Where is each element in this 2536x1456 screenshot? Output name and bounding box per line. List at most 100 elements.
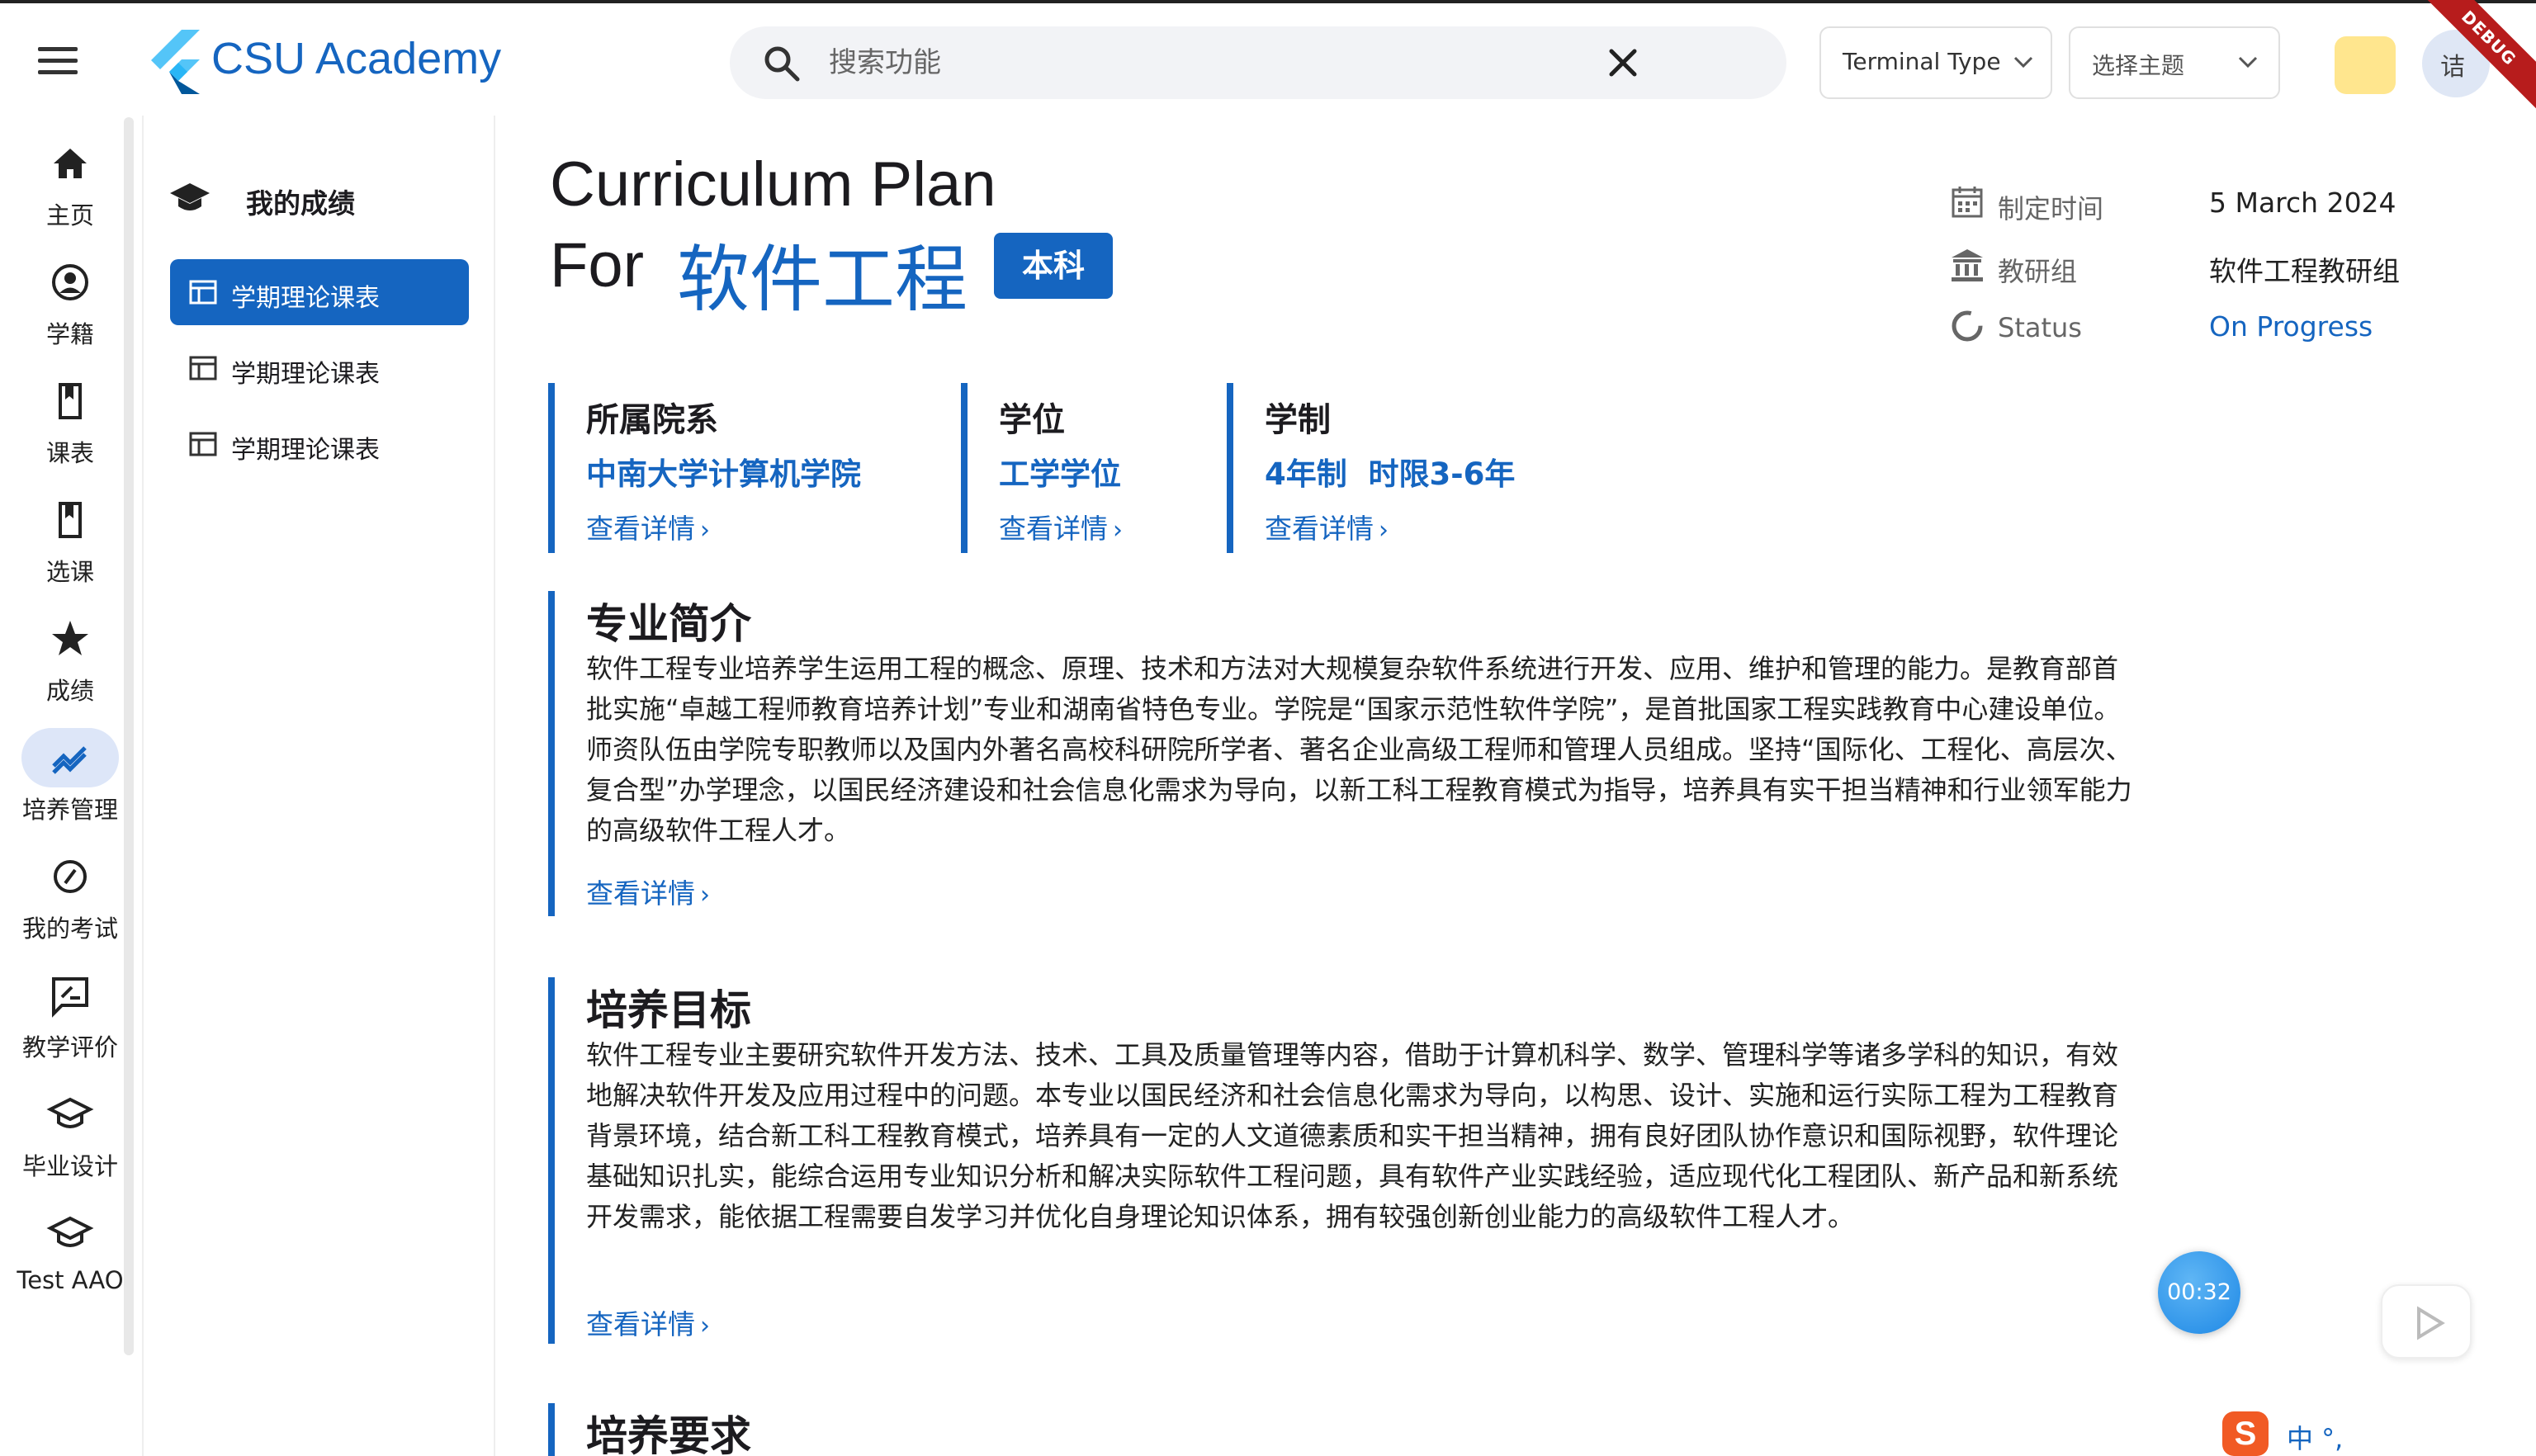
subnav-item-term-theory-schedule[interactable]: 学期理论课表 — [170, 411, 469, 477]
meta-status-value: On Progress — [2209, 310, 2373, 343]
play-button[interactable] — [2381, 1284, 2472, 1359]
table-icon — [189, 280, 217, 305]
section-body: 软件工程专业主要研究软件开发方法、技术、工具及质量管理等内容，借助于计算机科学、… — [586, 1039, 2119, 1232]
rail-scrollbar[interactable] — [124, 117, 134, 1355]
star-icon — [52, 621, 88, 655]
home-icon — [54, 149, 87, 178]
meta-group-value: 软件工程教研组 — [2209, 255, 2400, 287]
school-icon — [170, 183, 210, 210]
section-title: 培养目标 — [586, 986, 751, 1034]
app-bar: CSU Academy Terminal Type 选择主题 诘 DEBUG — [0, 0, 2536, 116]
calendar-icon — [1952, 187, 1983, 218]
recording-timer[interactable]: 00:32 — [2158, 1251, 2240, 1334]
info-card-value: 工学学位 — [999, 456, 1121, 492]
info-card-degree: 学位 工学学位 查看详情 › — [961, 383, 1209, 553]
search-input[interactable] — [829, 38, 1588, 87]
view-details-link[interactable]: 查看详情 › — [586, 872, 710, 911]
rail-item-course-selection[interactable]: 选课 — [0, 495, 140, 603]
app-title: CSU Academy — [211, 34, 502, 83]
trending-icon — [52, 746, 87, 774]
rail-item-label: 教学评价 — [21, 1033, 118, 1061]
navigation-rail: 主页 学籍 课表 选课 成绩 培养管理 我的考试 教学评价 毕业设计 Test … — [0, 116, 140, 1456]
section-title: 专业简介 — [586, 600, 751, 648]
search-bar[interactable] — [730, 26, 1786, 99]
bookmark-icon — [59, 383, 82, 419]
chevron-down-icon — [2013, 56, 2033, 69]
secondary-nav: 我的成绩 学期理论课表 学期理论课表 学期理论课表 — [142, 116, 495, 1456]
ime-logo: S — [2222, 1411, 2269, 1456]
rail-item-training-management[interactable]: 培养管理 — [0, 728, 140, 840]
terminal-type-dropdown[interactable]: Terminal Type — [1819, 26, 2052, 99]
rail-item-teaching-evaluation[interactable]: 教学评价 — [0, 971, 140, 1078]
secondary-nav-title: 我的成绩 — [246, 187, 355, 220]
account-circle-icon — [52, 264, 88, 300]
subnav-item-term-theory-schedule[interactable]: 学期理论课表 — [170, 259, 469, 325]
rail-item-graduation-design[interactable]: 毕业设计 — [0, 1090, 140, 1197]
ime-toolbar[interactable]: S 中 °, — [2217, 1408, 2536, 1456]
chevron-right-icon: › — [700, 881, 710, 910]
subnav-item-label: 学期理论课表 — [231, 436, 380, 465]
play-icon — [2417, 1306, 2445, 1340]
terminal-type-label: Terminal Type — [1843, 48, 2001, 75]
school-icon — [46, 1097, 94, 1128]
rail-item-label: 主页 — [45, 201, 94, 229]
meta-status-label: Status — [1998, 312, 2082, 343]
close-icon[interactable] — [1603, 43, 1643, 83]
info-card-duration: 学制 4年制 时限3-6年 查看详情 › — [1227, 383, 1573, 553]
meta-group-label: 教研组 — [1998, 256, 2078, 287]
chevron-down-icon — [2238, 56, 2258, 69]
meta-date-label: 制定时间 — [1998, 193, 2104, 225]
flutter-logo-icon — [151, 30, 200, 94]
info-card-title: 学制 — [1265, 401, 1331, 439]
chevron-right-icon: › — [700, 1312, 710, 1340]
search-icon — [764, 46, 800, 82]
meta-status-row: Status On Progress — [1948, 307, 2444, 348]
for-label: For — [550, 230, 644, 300]
bank-icon — [1952, 249, 1983, 281]
rail-item-student-status[interactable]: 学籍 — [0, 258, 140, 365]
subnav-item-term-theory-schedule[interactable]: 学期理论课表 — [170, 335, 469, 401]
view-details-link[interactable]: 查看详情 › — [586, 507, 710, 546]
subnav-item-label: 学期理论课表 — [231, 284, 380, 313]
user-avatar-text: 诘 — [2440, 53, 2465, 82]
rail-item-grades[interactable]: 成绩 — [0, 614, 140, 721]
main-content: Curriculum Plan For 软件工程 本科 制定时间 5 March… — [499, 116, 2536, 1456]
table-icon — [189, 432, 217, 456]
ime-status: 中 °, — [2287, 1423, 2344, 1454]
view-details-link[interactable]: 查看详情 › — [1265, 507, 1389, 546]
section-training-objectives: 培养目标 软件工程专业主要研究软件开发方法、技术、工具及质量管理等内容，借助于计… — [548, 977, 2141, 1344]
theme-select-dropdown[interactable]: 选择主题 — [2069, 26, 2280, 99]
rail-item-label: 学籍 — [45, 320, 94, 348]
info-card-title: 学位 — [999, 401, 1065, 439]
hamburger-menu-button[interactable] — [33, 41, 83, 84]
meta-date-value: 5 March 2024 — [2209, 187, 2396, 219]
rail-item-label: 毕业设计 — [21, 1152, 118, 1180]
rate-review-icon — [52, 977, 88, 1018]
rail-item-test-aao[interactable]: Test AAO — [0, 1208, 140, 1316]
rail-item-home[interactable]: 主页 — [0, 139, 140, 246]
degree-level-badge: 本科 — [994, 233, 1113, 299]
info-card-value: 4年制 时限3-6年 — [1265, 456, 1516, 492]
school-icon — [46, 1216, 94, 1247]
section-title: 培养要求 — [586, 1412, 751, 1456]
slash-circle-icon — [54, 860, 87, 893]
bookmark-icon — [59, 502, 82, 538]
chevron-right-icon: › — [1113, 516, 1123, 545]
rail-item-label: 成绩 — [45, 677, 94, 705]
view-details-link[interactable]: 查看详情 › — [999, 507, 1123, 546]
section-major-intro: 专业简介 软件工程专业培养学生运用工程的概念、原理、技术和方法对大规模复杂软件系… — [548, 591, 2141, 916]
meta-date-row: 制定时间 5 March 2024 — [1948, 183, 2444, 225]
view-details-link[interactable]: 查看详情 › — [586, 1302, 710, 1342]
meta-group-row: 教研组 软件工程教研组 — [1948, 246, 2444, 287]
theme-select-label: 选择主题 — [2092, 52, 2185, 79]
progress-circle-icon — [1952, 310, 1983, 342]
rail-item-my-exams[interactable]: 我的考试 — [0, 852, 140, 959]
info-card-department: 所属院系 中南大学计算机学院 查看详情 › — [548, 383, 928, 553]
info-card-title: 所属院系 — [586, 401, 718, 439]
chevron-right-icon: › — [700, 516, 710, 545]
rail-item-timetable[interactable]: 课表 — [0, 376, 140, 484]
rail-item-label: 课表 — [45, 439, 94, 467]
menu-icon — [38, 47, 78, 51]
major-name: 软件工程 — [677, 237, 968, 322]
notification-avatar[interactable] — [2335, 36, 2396, 94]
